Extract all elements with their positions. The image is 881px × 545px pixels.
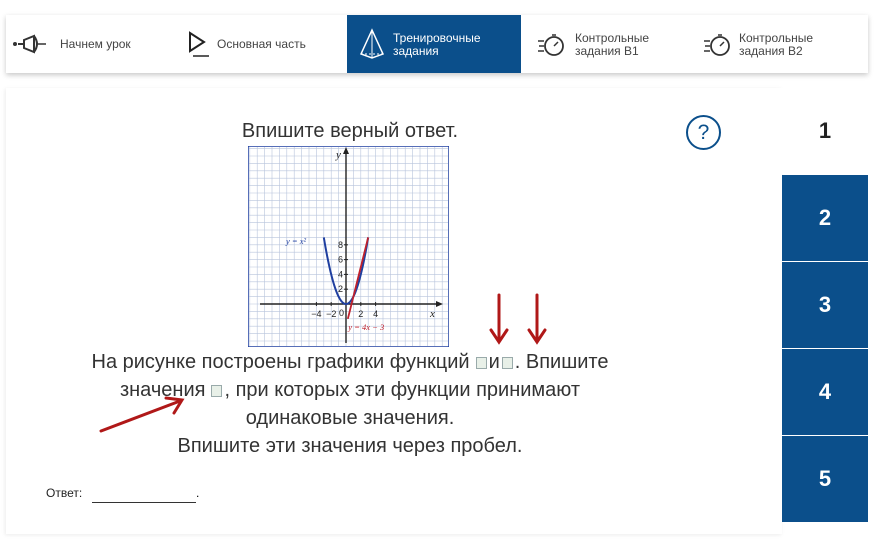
y-tick-label: 8 [338, 240, 343, 250]
nav-label: Тренировочные задания [393, 31, 481, 58]
x-tick-label: 2 [358, 309, 363, 319]
answer-input[interactable] [92, 486, 196, 503]
nav-item-control-b1[interactable]: Контрольные задания В1 [521, 15, 691, 73]
x-tick-label: −2 [326, 309, 336, 319]
nav-label: Контрольные задания В2 [739, 31, 814, 58]
top-navigation: Начнем урок Основная часть Тренировочные… [6, 15, 868, 73]
task-text-line-1: На рисунке построены графики функций и. В… [91, 351, 609, 373]
task-text-line-2: значения, при которых эти функции приним… [119, 379, 581, 401]
x-tick-label: −4 [311, 309, 321, 319]
nav-item-control-b2[interactable]: Контрольные задания В2 [691, 15, 868, 73]
y-tick-label: 2 [338, 284, 343, 294]
stopwatch-icon [537, 32, 565, 61]
megaphone-icon [12, 34, 48, 57]
y-tick-label: 4 [338, 269, 343, 279]
broken-image-icon [501, 357, 513, 369]
question-number-1[interactable]: 1 [782, 88, 868, 174]
nav-label: Основная часть [217, 37, 306, 51]
origin-label: 0 [339, 308, 344, 318]
question-number-3[interactable]: 3 [782, 262, 868, 348]
x-tick-label: 4 [373, 309, 378, 319]
help-button[interactable]: ? [686, 115, 721, 150]
question-number-4[interactable]: 4 [782, 349, 868, 435]
broken-image-icon [211, 385, 223, 397]
question-number-2[interactable]: 2 [782, 175, 868, 261]
nav-item-start-lesson[interactable]: Начнем урок [6, 15, 169, 73]
question-number-5[interactable]: 5 [782, 436, 868, 522]
pyramid-icon [359, 28, 385, 63]
function-graph: −4 −2 2 4 2468 0 x y y = x² y = 4x − 3 [248, 146, 449, 347]
x-axis-label: x [429, 308, 435, 320]
question-number-list: 12345 [782, 88, 868, 534]
answer-suffix: . [196, 486, 200, 500]
task-text-line-4: Впишите эти значения через пробел. [177, 435, 523, 457]
play-icon [187, 31, 211, 62]
line-label: y = 4x − 3 [347, 322, 384, 332]
task-title: Впишите верный ответ. [241, 120, 459, 142]
nav-label: Контрольные задания В1 [575, 31, 650, 58]
nav-label: Начнем урок [60, 37, 131, 51]
nav-item-training-tasks[interactable]: Тренировочные задания [347, 15, 521, 73]
stopwatch-icon [703, 32, 731, 61]
nav-item-main-part[interactable]: Основная часть [169, 15, 347, 73]
y-axis-label: y [335, 149, 341, 161]
y-tick-label: 6 [338, 255, 343, 265]
parabola-label: y = x² [285, 236, 307, 246]
answer-label: Ответ: [46, 486, 83, 500]
task-text-line-3: одинаковые значения. [245, 407, 455, 429]
broken-image-icon [475, 357, 487, 369]
